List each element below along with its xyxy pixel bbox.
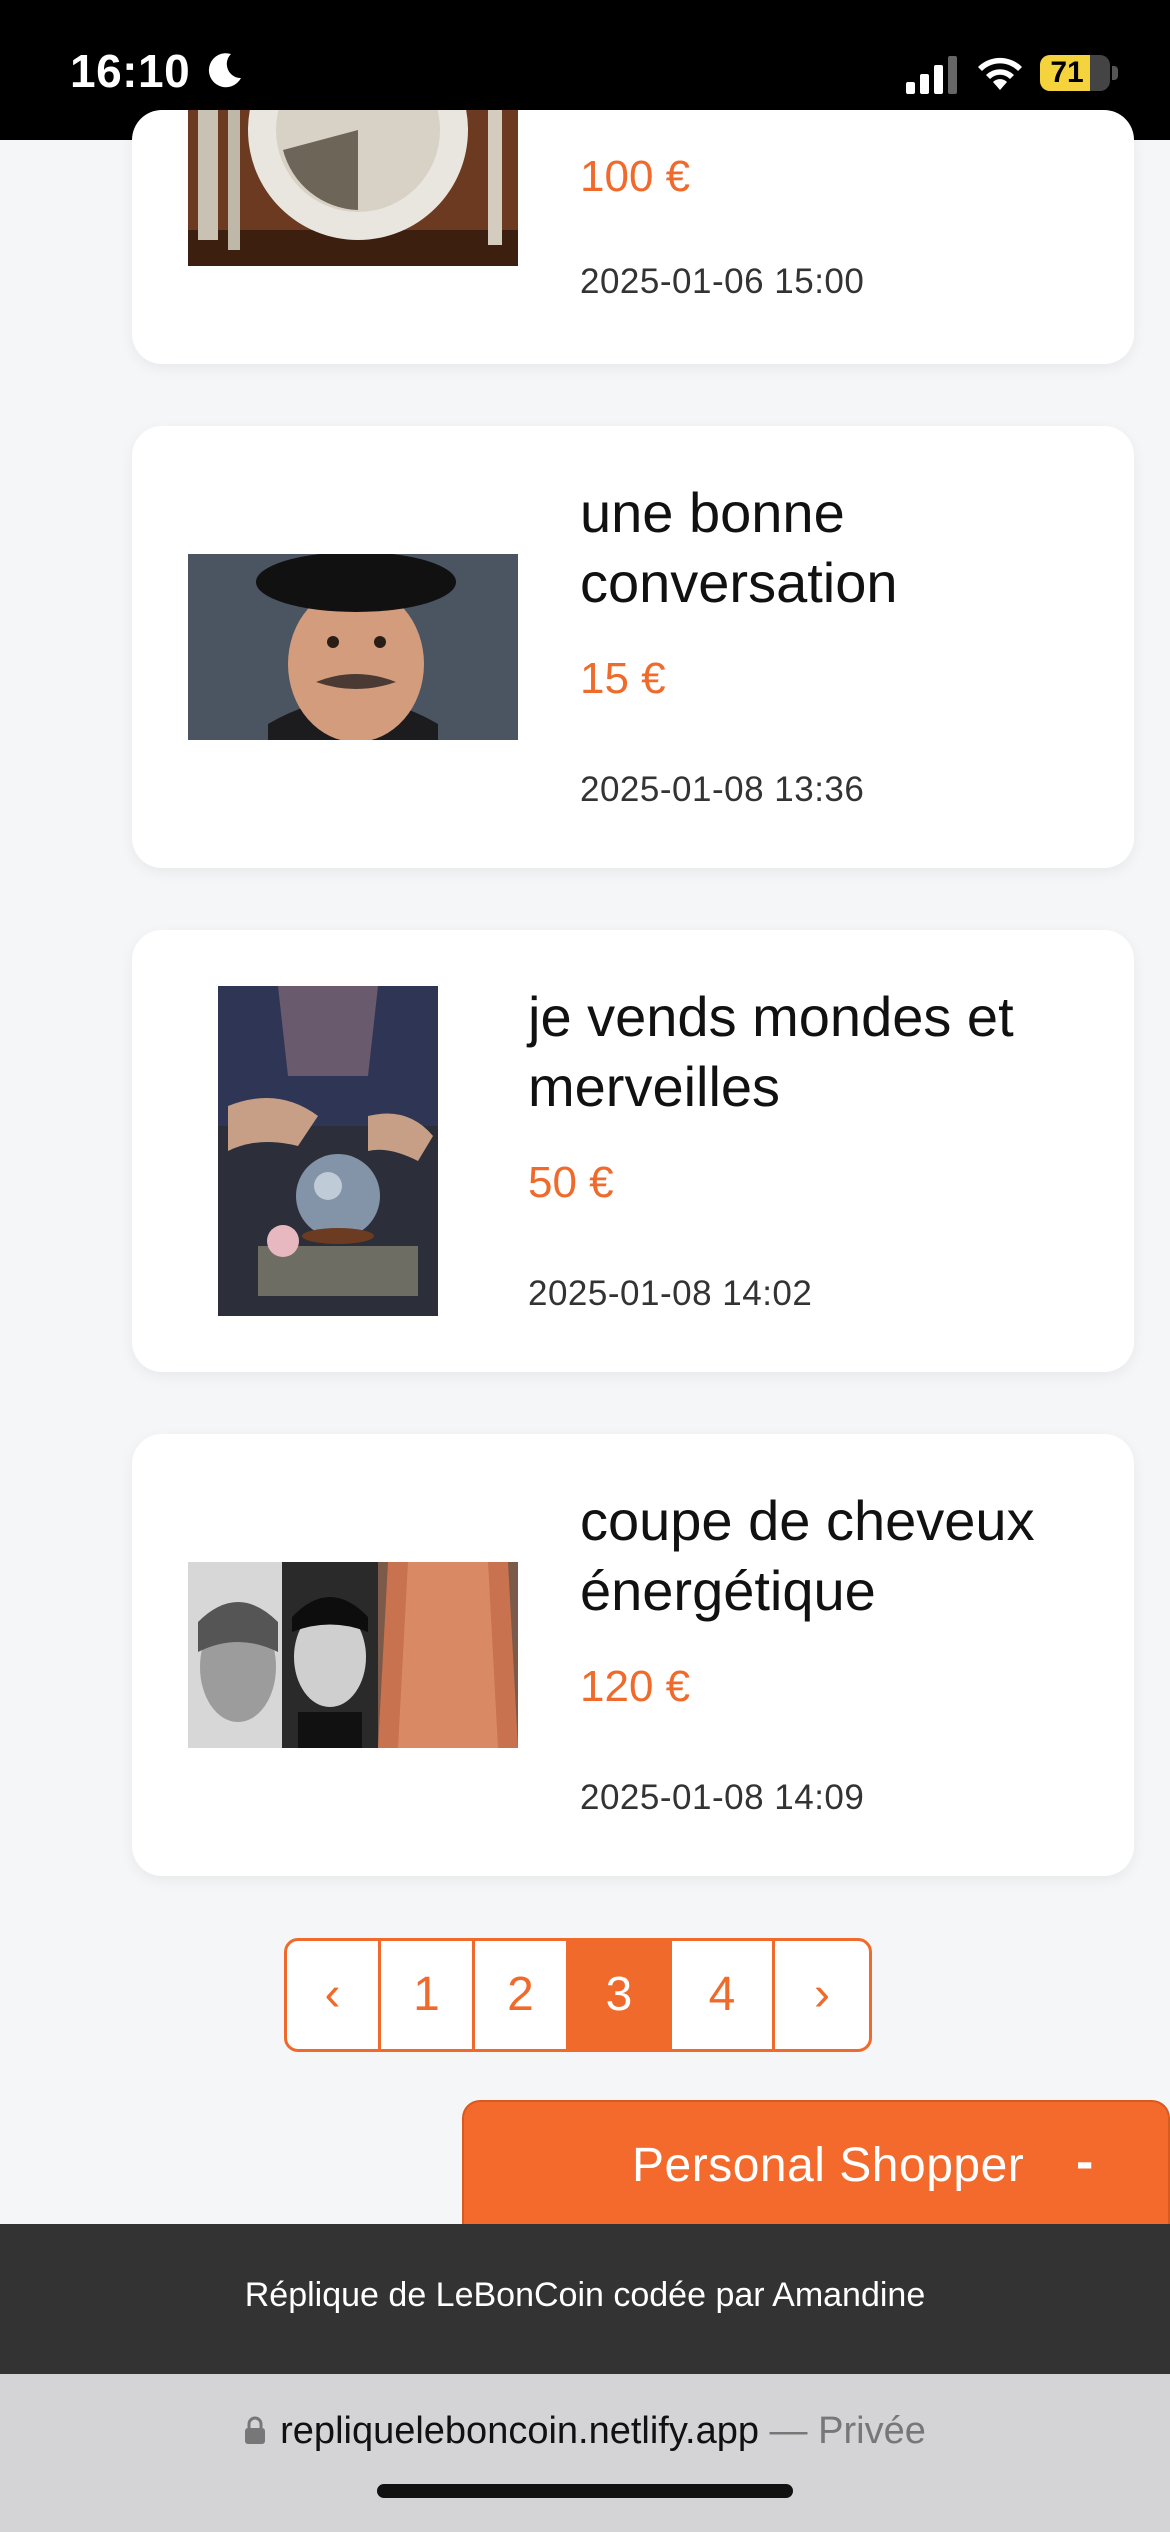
listing-price: 50 €	[528, 1158, 614, 1207]
page-3-button[interactable]: 3	[569, 1941, 672, 2049]
listing-card[interactable]: coupe de cheveux énergétique 120 € 2025-…	[132, 1434, 1134, 1876]
listing-image	[188, 110, 518, 266]
listing-date: 2025-01-06 15:00	[580, 262, 865, 301]
moon-icon	[208, 53, 241, 88]
listing-title: une bonne conversation	[580, 481, 898, 614]
listing-price: 100 €	[580, 152, 691, 201]
listing-date: 2025-01-08 13:36	[580, 770, 865, 809]
cellular-signal-icon	[906, 56, 957, 94]
url-text: repliqueleboncoin.netlify.app	[280, 2410, 759, 2452]
listing-card[interactable]: 100 € 2025-01-06 15:00	[132, 110, 1134, 364]
page-1-button[interactable]: 1	[381, 1941, 475, 2049]
pagination: ‹ 1 2 3 4 ›	[284, 1938, 872, 2052]
listing-price: 120 €	[580, 1662, 691, 1711]
status-time: 16:10	[70, 45, 191, 97]
url-separator: —	[759, 2410, 819, 2452]
home-indicator[interactable]	[377, 2484, 793, 2498]
battery-percentage: 71	[1050, 56, 1084, 89]
personal-shopper-button[interactable]: Personal Shopper -	[462, 2100, 1170, 2224]
site-footer: Réplique de LeBonCoin codée par Amandine	[0, 2224, 1170, 2374]
browser-url-bar[interactable]: repliqueleboncoin.netlify.app — Privée	[0, 2374, 1170, 2532]
page-2-button[interactable]: 2	[475, 1941, 569, 2049]
wifi-icon	[978, 57, 1022, 90]
battery-icon: 71	[1040, 55, 1110, 91]
personal-shopper-collapse-toggle[interactable]: -	[1076, 2132, 1093, 2192]
listing-card[interactable]: je vends mondes et merveilles 50 € 2025-…	[132, 930, 1134, 1372]
battery-cap	[1112, 66, 1118, 80]
next-page-button[interactable]: ›	[775, 1941, 869, 2049]
listing-date: 2025-01-08 14:02	[528, 1274, 813, 1313]
listing-title: coupe de cheveux énergétique	[580, 1489, 1035, 1622]
private-mode-label: Privée	[818, 2410, 926, 2452]
listing-title: je vends mondes et merveilles	[528, 985, 1014, 1118]
listing-image	[188, 1562, 518, 1748]
page-4-button[interactable]: 4	[672, 1941, 775, 2049]
footer-credit: Réplique de LeBonCoin codée par Amandine	[244, 2276, 926, 2314]
listing-card[interactable]: une bonne conversation 15 € 2025-01-08 1…	[132, 426, 1134, 868]
listing-image	[188, 554, 518, 740]
listing-price: 15 €	[580, 654, 666, 703]
lock-icon	[245, 2416, 266, 2444]
previous-page-button[interactable]: ‹	[287, 1941, 381, 2049]
listing-image	[218, 986, 438, 1316]
listing-date: 2025-01-08 14:09	[580, 1778, 865, 1817]
url-display[interactable]: repliqueleboncoin.netlify.app — Privée	[0, 2410, 1170, 2453]
personal-shopper-label: Personal Shopper	[632, 2139, 1025, 2192]
